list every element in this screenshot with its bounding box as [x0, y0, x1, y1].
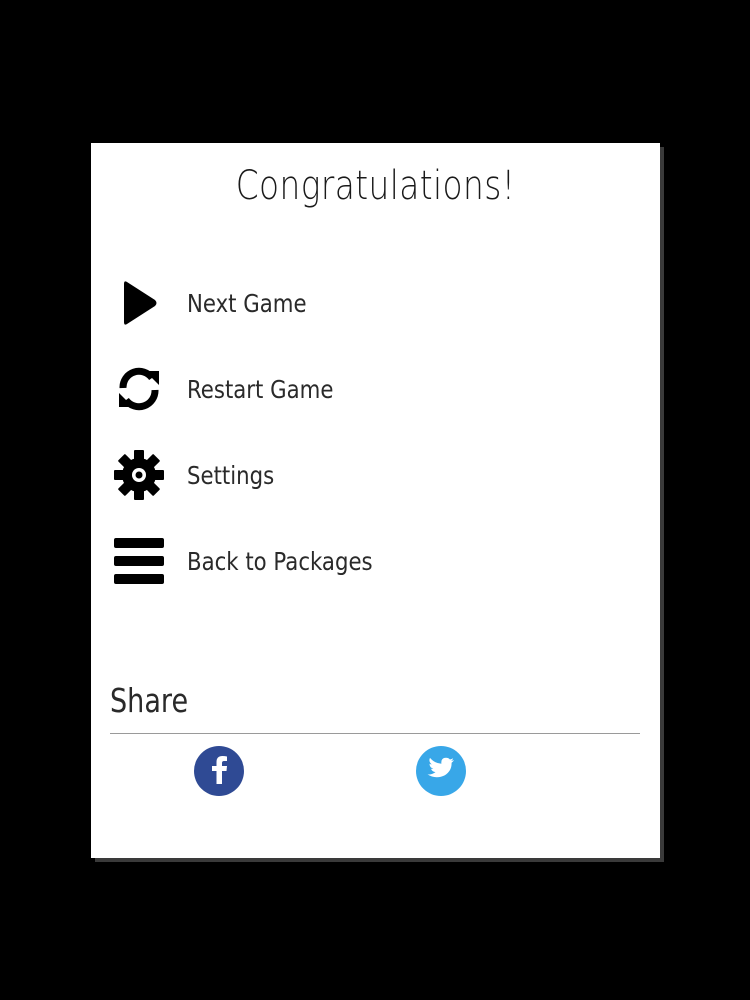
twitter-icon	[426, 756, 456, 786]
refresh-icon	[109, 359, 169, 419]
dialog-title: Congratulations!	[235, 163, 516, 209]
settings-label: Settings	[187, 460, 275, 490]
gear-icon	[109, 445, 169, 505]
back-to-packages-label: Back to Packages	[187, 546, 373, 576]
facebook-icon	[207, 754, 231, 788]
facebook-share-button[interactable]	[194, 746, 244, 796]
restart-game-label: Restart Game	[187, 374, 334, 404]
next-game-label: Next Game	[187, 288, 307, 318]
share-divider	[110, 733, 640, 734]
back-to-packages-button[interactable]: Back to Packages	[109, 531, 589, 591]
play-icon	[109, 273, 169, 333]
congratulations-dialog: Congratulations! Next Game Restart Game	[91, 143, 660, 858]
twitter-share-button[interactable]	[416, 746, 466, 796]
share-title: Share	[110, 681, 189, 720]
settings-button[interactable]: Settings	[109, 445, 589, 505]
restart-game-button[interactable]: Restart Game	[109, 359, 589, 419]
next-game-button[interactable]: Next Game	[109, 273, 589, 333]
menu-icon	[109, 531, 169, 591]
